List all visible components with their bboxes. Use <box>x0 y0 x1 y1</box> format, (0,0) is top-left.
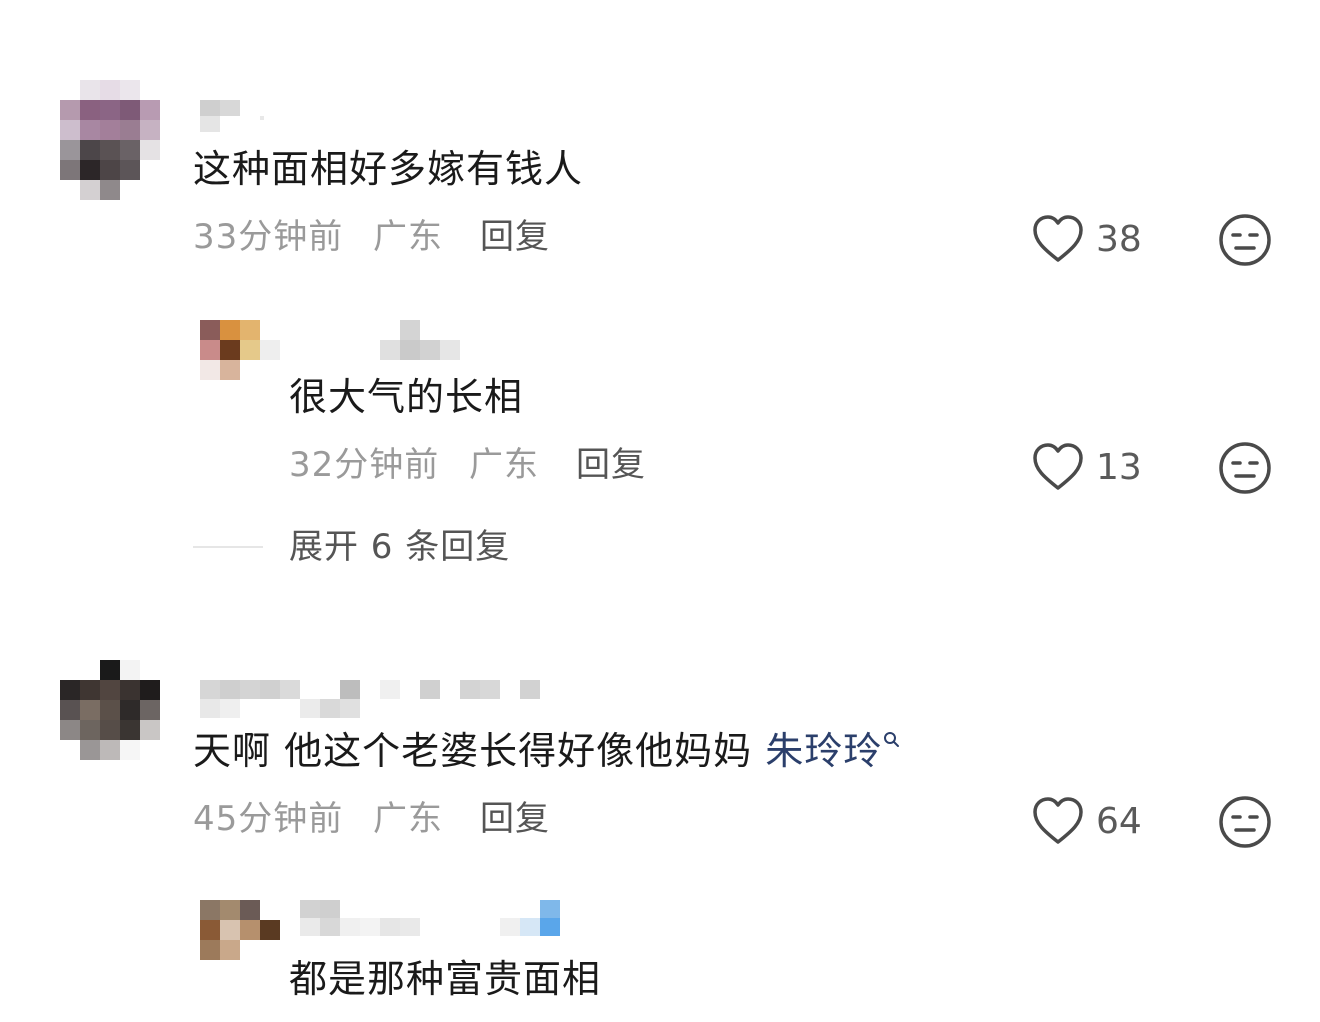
comment-body: 天啊 他这个老婆长得好像他妈妈 <box>193 729 753 773</box>
neutral-face-icon[interactable] <box>1218 213 1272 267</box>
reply-avatar[interactable] <box>200 320 280 380</box>
like-count: 13 <box>1096 447 1142 488</box>
reply-text: 都是那种富贵面相 <box>289 957 602 1001</box>
avatar[interactable] <box>60 660 160 780</box>
heart-outline-icon[interactable] <box>1032 442 1084 492</box>
comment-location: 广东 <box>373 799 443 839</box>
comment-text: 这种面相好多嫁有钱人 <box>193 147 584 191</box>
comment-time: 45分钟前 <box>193 799 344 839</box>
username[interactable] <box>200 100 280 132</box>
heart-outline-icon[interactable] <box>1032 796 1084 846</box>
reply-username[interactable] <box>380 320 460 360</box>
reply-avatar[interactable] <box>200 900 280 960</box>
mention-link[interactable]: 朱玲玲 <box>765 729 882 773</box>
expand-replies-button[interactable]: 展开 6 条回复 <box>289 530 510 564</box>
reply-button[interactable]: 回复 <box>480 220 550 254</box>
comment-time: 33分钟前 <box>193 217 344 257</box>
username[interactable] <box>200 680 540 718</box>
heart-outline-icon[interactable] <box>1032 214 1084 264</box>
reply-time: 32分钟前 <box>289 445 440 485</box>
reply-button[interactable]: 回复 <box>576 448 646 482</box>
like-count: 64 <box>1096 801 1142 842</box>
neutral-face-icon[interactable] <box>1218 441 1272 495</box>
comment-text: 天啊 他这个老婆长得好像他妈妈 朱玲玲 <box>193 732 902 770</box>
search-icon[interactable] <box>882 730 902 750</box>
comment-location: 广东 <box>373 217 443 257</box>
reply-button[interactable]: 回复 <box>480 802 550 836</box>
reply-text: 很大气的长相 <box>289 375 524 419</box>
avatar[interactable] <box>60 80 160 200</box>
reply-location: 广东 <box>469 445 539 485</box>
expand-divider <box>193 546 263 548</box>
reply-username[interactable] <box>300 900 600 936</box>
neutral-face-icon[interactable] <box>1218 795 1272 849</box>
like-count: 38 <box>1096 219 1142 260</box>
